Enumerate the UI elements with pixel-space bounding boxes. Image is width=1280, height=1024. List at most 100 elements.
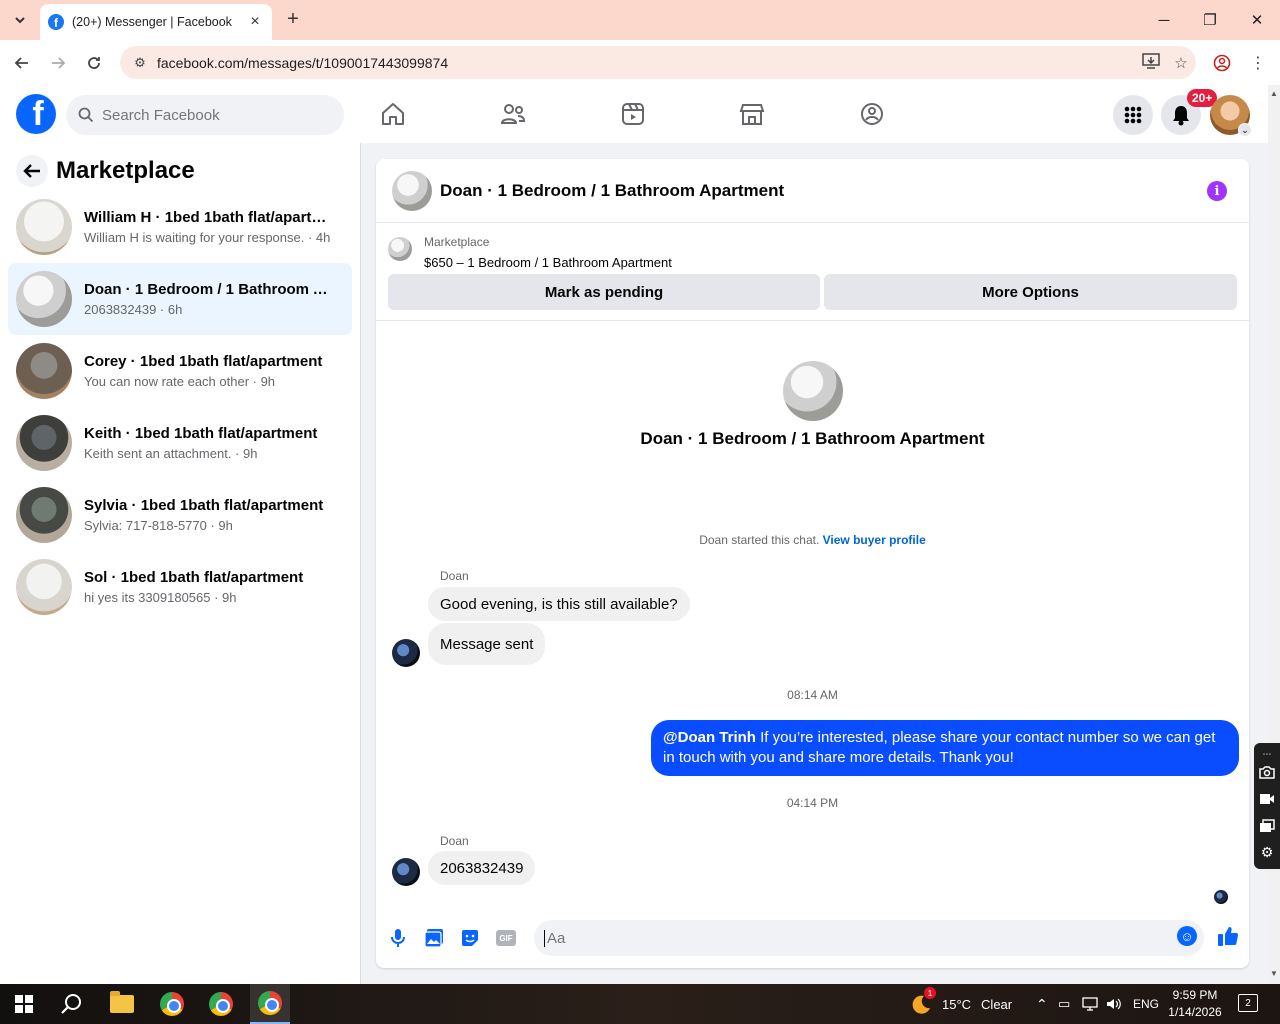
file-explorer-icon[interactable] (102, 984, 142, 1024)
microphone-icon[interactable] (386, 926, 410, 950)
reload-icon[interactable] (83, 52, 105, 74)
browser-menu-icon[interactable]: ⋮ (1247, 52, 1269, 74)
window-close-button[interactable]: ✕ (1234, 0, 1280, 40)
chat-header-thumbnail[interactable] (392, 170, 432, 211)
browser-tab-active[interactable]: f (20+) Messenger | Facebook × (40, 4, 272, 40)
volume-icon[interactable] (1106, 984, 1122, 1024)
listing-thumbnail (16, 271, 72, 327)
mark-as-pending-button[interactable]: Mark as pending (388, 274, 820, 310)
conversation-preview: hi yes its 3309180565 · 9h (84, 590, 237, 605)
meet-now-icon[interactable]: ▭ (1058, 984, 1070, 1024)
friends-icon[interactable] (499, 100, 527, 128)
message-bubble[interactable]: Message sent (428, 623, 546, 665)
site-settings-icon[interactable]: ⚙ (130, 55, 150, 71)
window-capture-icon[interactable] (1258, 817, 1276, 835)
chrome-icon[interactable] (152, 984, 192, 1024)
view-buyer-profile-link[interactable]: View buyer profile (823, 533, 926, 547)
account-avatar[interactable]: ⌄ (1210, 95, 1252, 137)
tab-close-icon[interactable]: × (246, 13, 264, 31)
conversation-name: Corey · 1bed 1bath flat/apartment (84, 353, 323, 370)
conversation-preview: William H is waiting for your response. … (84, 230, 331, 245)
restore-button[interactable]: ❐ (1187, 0, 1233, 40)
conversation-item-active[interactable]: Doan · 1 Bedroom / 1 Bathroom A... 206383… (8, 263, 352, 335)
search-input[interactable] (102, 106, 322, 124)
conversation-item[interactable]: Sylvia · 1bed 1bath flat/apartment Sylvia… (8, 479, 352, 551)
video-camera-icon[interactable] (1258, 790, 1276, 808)
gaming-icon[interactable] (858, 100, 886, 128)
bookmark-star-icon[interactable]: ☆ (1166, 54, 1196, 72)
new-tab-button[interactable]: + (282, 8, 304, 30)
notification-center-icon[interactable]: 2 (1238, 994, 1258, 1012)
sender-avatar[interactable] (392, 858, 420, 886)
chevron-down-icon: ⌄ (1238, 123, 1252, 137)
message-input-box[interactable] (534, 920, 1204, 956)
facebook-favicon-icon: f (48, 14, 64, 30)
listing-summary[interactable]: Marketplace $650 – 1 Bedroom / 1 Bathroo… (388, 235, 672, 270)
message-bubble[interactable]: 2063832439 (428, 851, 536, 885)
taskbar-search-icon[interactable] (52, 984, 92, 1024)
weather-alert-badge: 1 (924, 987, 936, 999)
tab-title: (20+) Messenger | Facebook (72, 15, 232, 29)
facebook-search[interactable] (66, 95, 344, 135)
info-icon[interactable]: i (1207, 181, 1227, 201)
gif-label: GIF (496, 930, 516, 946)
weather-widget[interactable]: 1 15°C Clear (910, 984, 1012, 1024)
more-options-button[interactable]: More Options (824, 274, 1237, 310)
message-input[interactable] (544, 929, 1164, 947)
menu-grid-icon[interactable] (1113, 95, 1153, 135)
scroll-up-icon[interactable]: ▲ (1270, 89, 1278, 98)
chat-header: Doan · 1 Bedroom / 1 Bathroom Apartment … (376, 159, 1249, 223)
floating-capture-toolbar: ⋯ ⚙ (1254, 743, 1280, 869)
marketplace-icon[interactable] (738, 100, 766, 128)
photo-icon[interactable] (422, 926, 446, 950)
gif-icon[interactable]: GIF (494, 926, 518, 950)
emoji-icon[interactable]: ☺ (1177, 926, 1197, 946)
conversation-name: William H · 1bed 1bath flat/apartm... (84, 209, 334, 226)
system-clock[interactable]: 9:59 PM 1/14/2026 (1160, 987, 1230, 1021)
weather-moon-icon: 1 (910, 987, 936, 1015)
sender-name: Doan (440, 569, 469, 583)
start-button[interactable] (8, 984, 40, 1024)
conversation-item[interactable]: William H · 1bed 1bath flat/apartm... Wil… (8, 191, 352, 263)
conversation-preview: 2063832439 · 6h (84, 302, 183, 317)
profile-icon[interactable] (1211, 52, 1233, 74)
network-icon[interactable] (1082, 984, 1098, 1024)
chrome-profile-icon[interactable] (201, 984, 241, 1024)
sidebar-header: Marketplace (16, 155, 195, 187)
conversation-item[interactable]: Keith · 1bed 1bath flat/apartment Keith s… (8, 407, 352, 479)
home-icon[interactable] (379, 100, 407, 128)
message-bubble[interactable]: Good evening, is this still available? (428, 587, 690, 621)
video-icon[interactable] (619, 100, 647, 128)
timestamp: 04:14 PM (786, 796, 839, 810)
chevron-down-icon (15, 17, 25, 24)
language-indicator[interactable]: ENG (1133, 984, 1159, 1024)
tab-search-dropdown[interactable] (8, 8, 32, 32)
listing-thumbnail-small (388, 237, 412, 261)
more-dots-icon[interactable]: ⋯ (1258, 745, 1276, 763)
clock-date: 1/14/2026 (1168, 1005, 1222, 1019)
forward-icon[interactable] (47, 52, 69, 74)
back-arrow-icon[interactable] (16, 155, 48, 187)
show-hidden-icons-chevron-up-icon[interactable]: ⌃ (1036, 984, 1048, 1024)
facebook-logo[interactable]: f (16, 94, 56, 134)
camera-icon[interactable] (1258, 763, 1276, 781)
scroll-down-icon[interactable]: ▼ (1270, 969, 1278, 978)
my-message-bubble[interactable]: @Doan Trinh If you’re interested, please… (651, 720, 1239, 776)
address-bar[interactable]: ⚙ facebook.com/messages/t/10900174430998… (120, 46, 1196, 79)
minimize-button[interactable]: ─ (1141, 0, 1187, 40)
chat-started-text: Doan started this chat. (699, 533, 823, 547)
thumbs-up-icon[interactable] (1216, 924, 1240, 948)
windows-taskbar: 1 15°C Clear ⌃ ▭ ENG 9:59 PM 1/14/2026 2 (0, 984, 1280, 1024)
conversation-item[interactable]: Sol · 1bed 1bath flat/apartment hi yes it… (8, 551, 352, 623)
mention[interactable]: @Doan Trinh (663, 729, 756, 746)
chrome-active-icon[interactable] (250, 984, 290, 1024)
conversation-item[interactable]: Corey · 1bed 1bath flat/apartment You can… (8, 335, 352, 407)
install-app-icon[interactable] (1136, 52, 1166, 73)
thread-title: Doan · 1 Bedroom / 1 Bathroom Apartment (640, 429, 985, 448)
chat-title[interactable]: Doan · 1 Bedroom / 1 Bathroom Apartment (440, 181, 784, 201)
settings-gear-icon[interactable]: ⚙ (1258, 843, 1276, 861)
sticker-icon[interactable] (458, 926, 482, 950)
url-text[interactable]: facebook.com/messages/t/1090017443099874 (157, 55, 1136, 71)
back-icon[interactable] (11, 52, 33, 74)
sender-avatar[interactable] (392, 639, 420, 667)
